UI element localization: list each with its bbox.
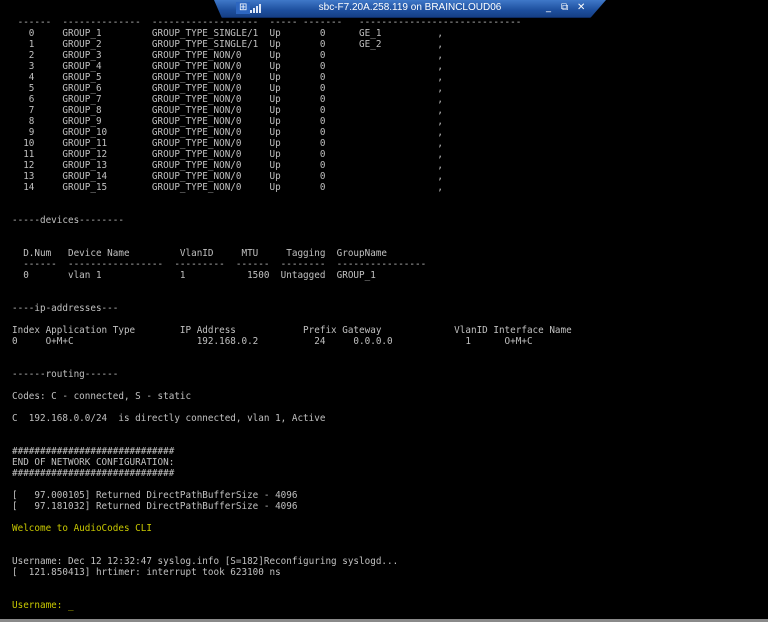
- close-icon[interactable]: ✕: [577, 2, 585, 14]
- terminal-line: D.Num Device Name VlanID MTU Tagging Gro…: [12, 248, 388, 259]
- terminal-line: 0 GROUP_1 GROUP_TYPE_SINGLE/1 Up 0 GE_1 …: [12, 28, 443, 39]
- terminal-line: 14 GROUP_15 GROUP_TYPE_NON/0 Up 0 ,: [12, 182, 443, 193]
- terminal-line: 6 GROUP_7 GROUP_TYPE_NON/0 Up 0 ,: [12, 94, 443, 105]
- terminal-line: [ 97.000105] Returned DirectPathBufferSi…: [12, 490, 298, 501]
- terminal-line: ------ ----------------- --------- -----…: [12, 259, 427, 270]
- terminal-line: #############################: [12, 468, 175, 479]
- terminal-line: Username: _: [12, 600, 74, 611]
- terminal-line: C 192.168.0.0/24 is directly connected, …: [12, 413, 326, 424]
- terminal-line: Username: Dec 12 12:32:47 syslog.info [S…: [12, 556, 399, 567]
- restore-icon[interactable]: ⧉: [561, 2, 568, 14]
- terminal-line: 3 GROUP_4 GROUP_TYPE_NON/0 Up 0 ,: [12, 61, 443, 72]
- terminal-line: 0 O+M+C 192.168.0.2 24 0.0.0.0 1 O+M+C: [12, 336, 533, 347]
- terminal-line: 1 GROUP_2 GROUP_TYPE_SINGLE/1 Up 0 GE_2 …: [12, 39, 443, 50]
- terminal-line: 8 GROUP_9 GROUP_TYPE_NON/0 Up 0 ,: [12, 116, 443, 127]
- terminal-line: Codes: C - connected, S - static: [12, 391, 192, 402]
- terminal-line: 2 GROUP_3 GROUP_TYPE_NON/0 Up 0 ,: [12, 50, 443, 61]
- terminal-line: [ 97.181032] Returned DirectPathBufferSi…: [12, 501, 298, 512]
- terminal-line: ------routing------: [12, 369, 119, 380]
- terminal-line: 9 GROUP_10 GROUP_TYPE_NON/0 Up 0 ,: [12, 127, 443, 138]
- terminal-line: 11 GROUP_12 GROUP_TYPE_NON/0 Up 0 ,: [12, 149, 443, 160]
- terminal-line: -----devices--------: [12, 215, 124, 226]
- terminal-line: Index Application Type IP Address Prefix…: [12, 325, 572, 336]
- terminal-line: END OF NETWORK CONFIGURATION:: [12, 457, 175, 468]
- minimize-icon[interactable]: _: [546, 2, 551, 14]
- terminal-line: 4 GROUP_5 GROUP_TYPE_NON/0 Up 0 ,: [12, 72, 443, 83]
- terminal-line: 13 GROUP_14 GROUP_TYPE_NON/0 Up 0 ,: [12, 171, 443, 182]
- terminal-output[interactable]: ------ -------------- ------------------…: [12, 17, 572, 611]
- terminal-line: 5 GROUP_6 GROUP_TYPE_NON/0 Up 0 ,: [12, 83, 443, 94]
- terminal-line: Welcome to AudioCodes CLI: [12, 523, 152, 534]
- terminal-line: 10 GROUP_11 GROUP_TYPE_NON/0 Up 0 ,: [12, 138, 443, 149]
- terminal-line: #############################: [12, 446, 175, 457]
- terminal-line: ------ -------------- ------------------…: [12, 17, 522, 28]
- terminal-line: ----ip-addresses---: [12, 303, 119, 314]
- terminal-line: [ 121.850413] hrtimer: interrupt took 62…: [12, 567, 281, 578]
- terminal-line: 0 vlan 1 1 1500 Untagged GROUP_1: [12, 270, 376, 281]
- remote-session-titlebar[interactable]: ⊞ sbc-F7.20A.258.119 on BRAINCLOUD06 _ ⧉…: [214, 0, 606, 18]
- terminal-line: 12 GROUP_13 GROUP_TYPE_NON/0 Up 0 ,: [12, 160, 443, 171]
- terminal-line: 7 GROUP_8 GROUP_TYPE_NON/0 Up 0 ,: [12, 105, 443, 116]
